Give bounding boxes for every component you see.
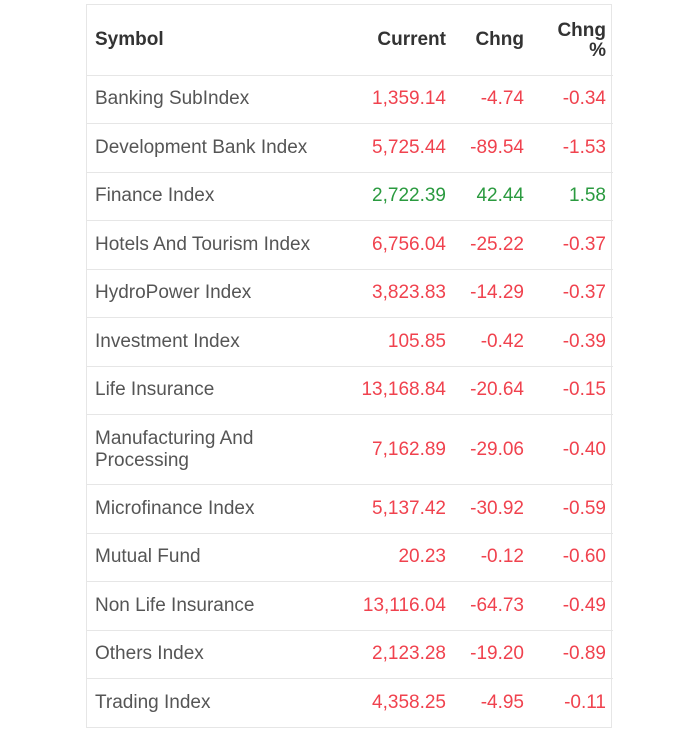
change-cell: -14.29 [458,269,530,318]
current-value-cell: 6,756.04 [355,220,458,270]
table-row[interactable]: Life Insurance 13,168.84 -20.64 -0.15 [87,366,613,415]
table-row[interactable]: Investment Index 105.85 -0.42 -0.39 [87,317,613,367]
header-change-percent[interactable]: Chng % [530,5,613,76]
header-change-percent-line1: Chng [557,19,606,41]
table-header-row: Symbol Current Chng Chng % [87,5,613,76]
symbol-cell[interactable]: Microfinance Index [87,484,355,534]
table-row[interactable]: HydroPower Index 3,823.83 -14.29 -0.37 [87,269,613,318]
change-percent-cell: -1.53 [530,123,613,173]
change-percent-cell: -0.34 [530,75,613,124]
change-cell: -89.54 [458,123,530,173]
symbol-cell[interactable]: Development Bank Index [87,123,355,173]
symbol-cell[interactable]: Life Insurance [87,366,355,415]
change-percent-cell: -0.15 [530,366,613,415]
current-value-cell: 13,168.84 [355,366,458,415]
current-value-cell: 20.23 [355,533,458,582]
table-row[interactable]: Microfinance Index 5,137.42 -30.92 -0.59 [87,484,613,534]
header-change[interactable]: Chng [458,5,530,76]
change-percent-cell: -0.39 [530,317,613,367]
table-row[interactable]: Others Index 2,123.28 -19.20 -0.89 [87,630,613,679]
current-value-cell: 105.85 [355,317,458,367]
change-cell: -4.95 [480,692,524,713]
change-cell: -29.06 [458,414,530,485]
symbol-cell[interactable]: HydroPower Index [87,269,355,318]
change-percent-cell: -0.89 [530,630,613,679]
symbol-cell[interactable]: Manufacturing And Processing [87,414,355,485]
current-value-cell: 5,137.42 [355,484,458,534]
header-change-percent-line2: % [589,39,606,61]
change-percent-cell: -0.40 [530,414,613,485]
table-row[interactable]: Non Life Insurance 13,116.04 -64.73 -0.49 [87,581,613,631]
header-current[interactable]: Current [355,5,458,76]
table-row[interactable]: Finance Index 2,722.39 42.44 1.58 [87,172,613,221]
change-cell: -19.20 [458,630,530,679]
table-row[interactable]: Trading Index 4,358.25 -4.95 -0.11 [87,679,613,728]
current-value-cell: 2,123.28 [355,630,458,679]
table-row[interactable]: Mutual Fund 20.23 -0.12 -0.60 [87,533,613,582]
header-symbol[interactable]: Symbol [87,5,355,76]
current-value-cell: 1,359.14 [355,75,458,124]
change-cell: -4.74 [458,75,530,124]
symbol-cell[interactable]: Finance Index [87,172,355,221]
sub-index-table: Symbol Current Chng Chng % Banking SubIn… [86,4,613,728]
symbol-cell[interactable]: Trading Index [87,679,355,728]
change-cell: -20.64 [458,366,530,415]
current-value-cell: 4,358.25 [372,692,446,713]
current-value-cell: 13,116.04 [355,581,458,631]
table-row[interactable]: Manufacturing And Processing 7,162.89 -29.0… [87,414,613,485]
change-percent-cell: -0.60 [530,533,613,582]
change-percent-cell: -0.59 [530,484,613,534]
symbol-cell[interactable]: Non Life Insurance [87,581,355,631]
change-percent-cell: -0.37 [530,269,613,318]
table-row[interactable]: Development Bank Index 5,725.44 -89.54 -1.5… [87,123,613,173]
index-table: Symbol Current Chng Chng % Banking SubIn… [87,5,613,727]
change-cell: -0.12 [458,533,530,582]
symbol-line: Manufacturing And [95,427,254,449]
current-value-cell: 2,722.39 [355,172,458,221]
change-cell: -0.42 [458,317,530,367]
change-percent-cell: -0.49 [530,581,613,631]
symbol-line: Processing [95,449,189,471]
symbol-cell[interactable]: Others Index [87,630,355,679]
change-cell: 42.44 [458,172,530,221]
change-cell: -30.92 [458,484,530,534]
change-cell: -64.73 [458,581,530,631]
current-value-cell: 7,162.89 [355,414,458,485]
symbol-cell[interactable]: Banking SubIndex [87,75,355,124]
change-percent-cell: -0.11 [564,692,606,713]
current-value-cell: 5,725.44 [355,123,458,173]
change-percent-cell: 1.58 [530,172,613,221]
current-value-cell: 3,823.83 [355,269,458,318]
change-percent-cell: -0.37 [530,220,613,270]
symbol-cell[interactable]: Mutual Fund [87,533,355,582]
symbol-cell[interactable]: Investment Index [87,317,355,367]
table-row[interactable]: Banking SubIndex 1,359.14 -4.74 -0.34 [87,75,613,124]
table-row[interactable]: Hotels And Tourism Index 6,756.04 -25.22 -0… [87,220,613,270]
symbol-cell[interactable]: Hotels And Tourism Index [87,220,355,270]
change-cell: -25.22 [458,220,530,270]
